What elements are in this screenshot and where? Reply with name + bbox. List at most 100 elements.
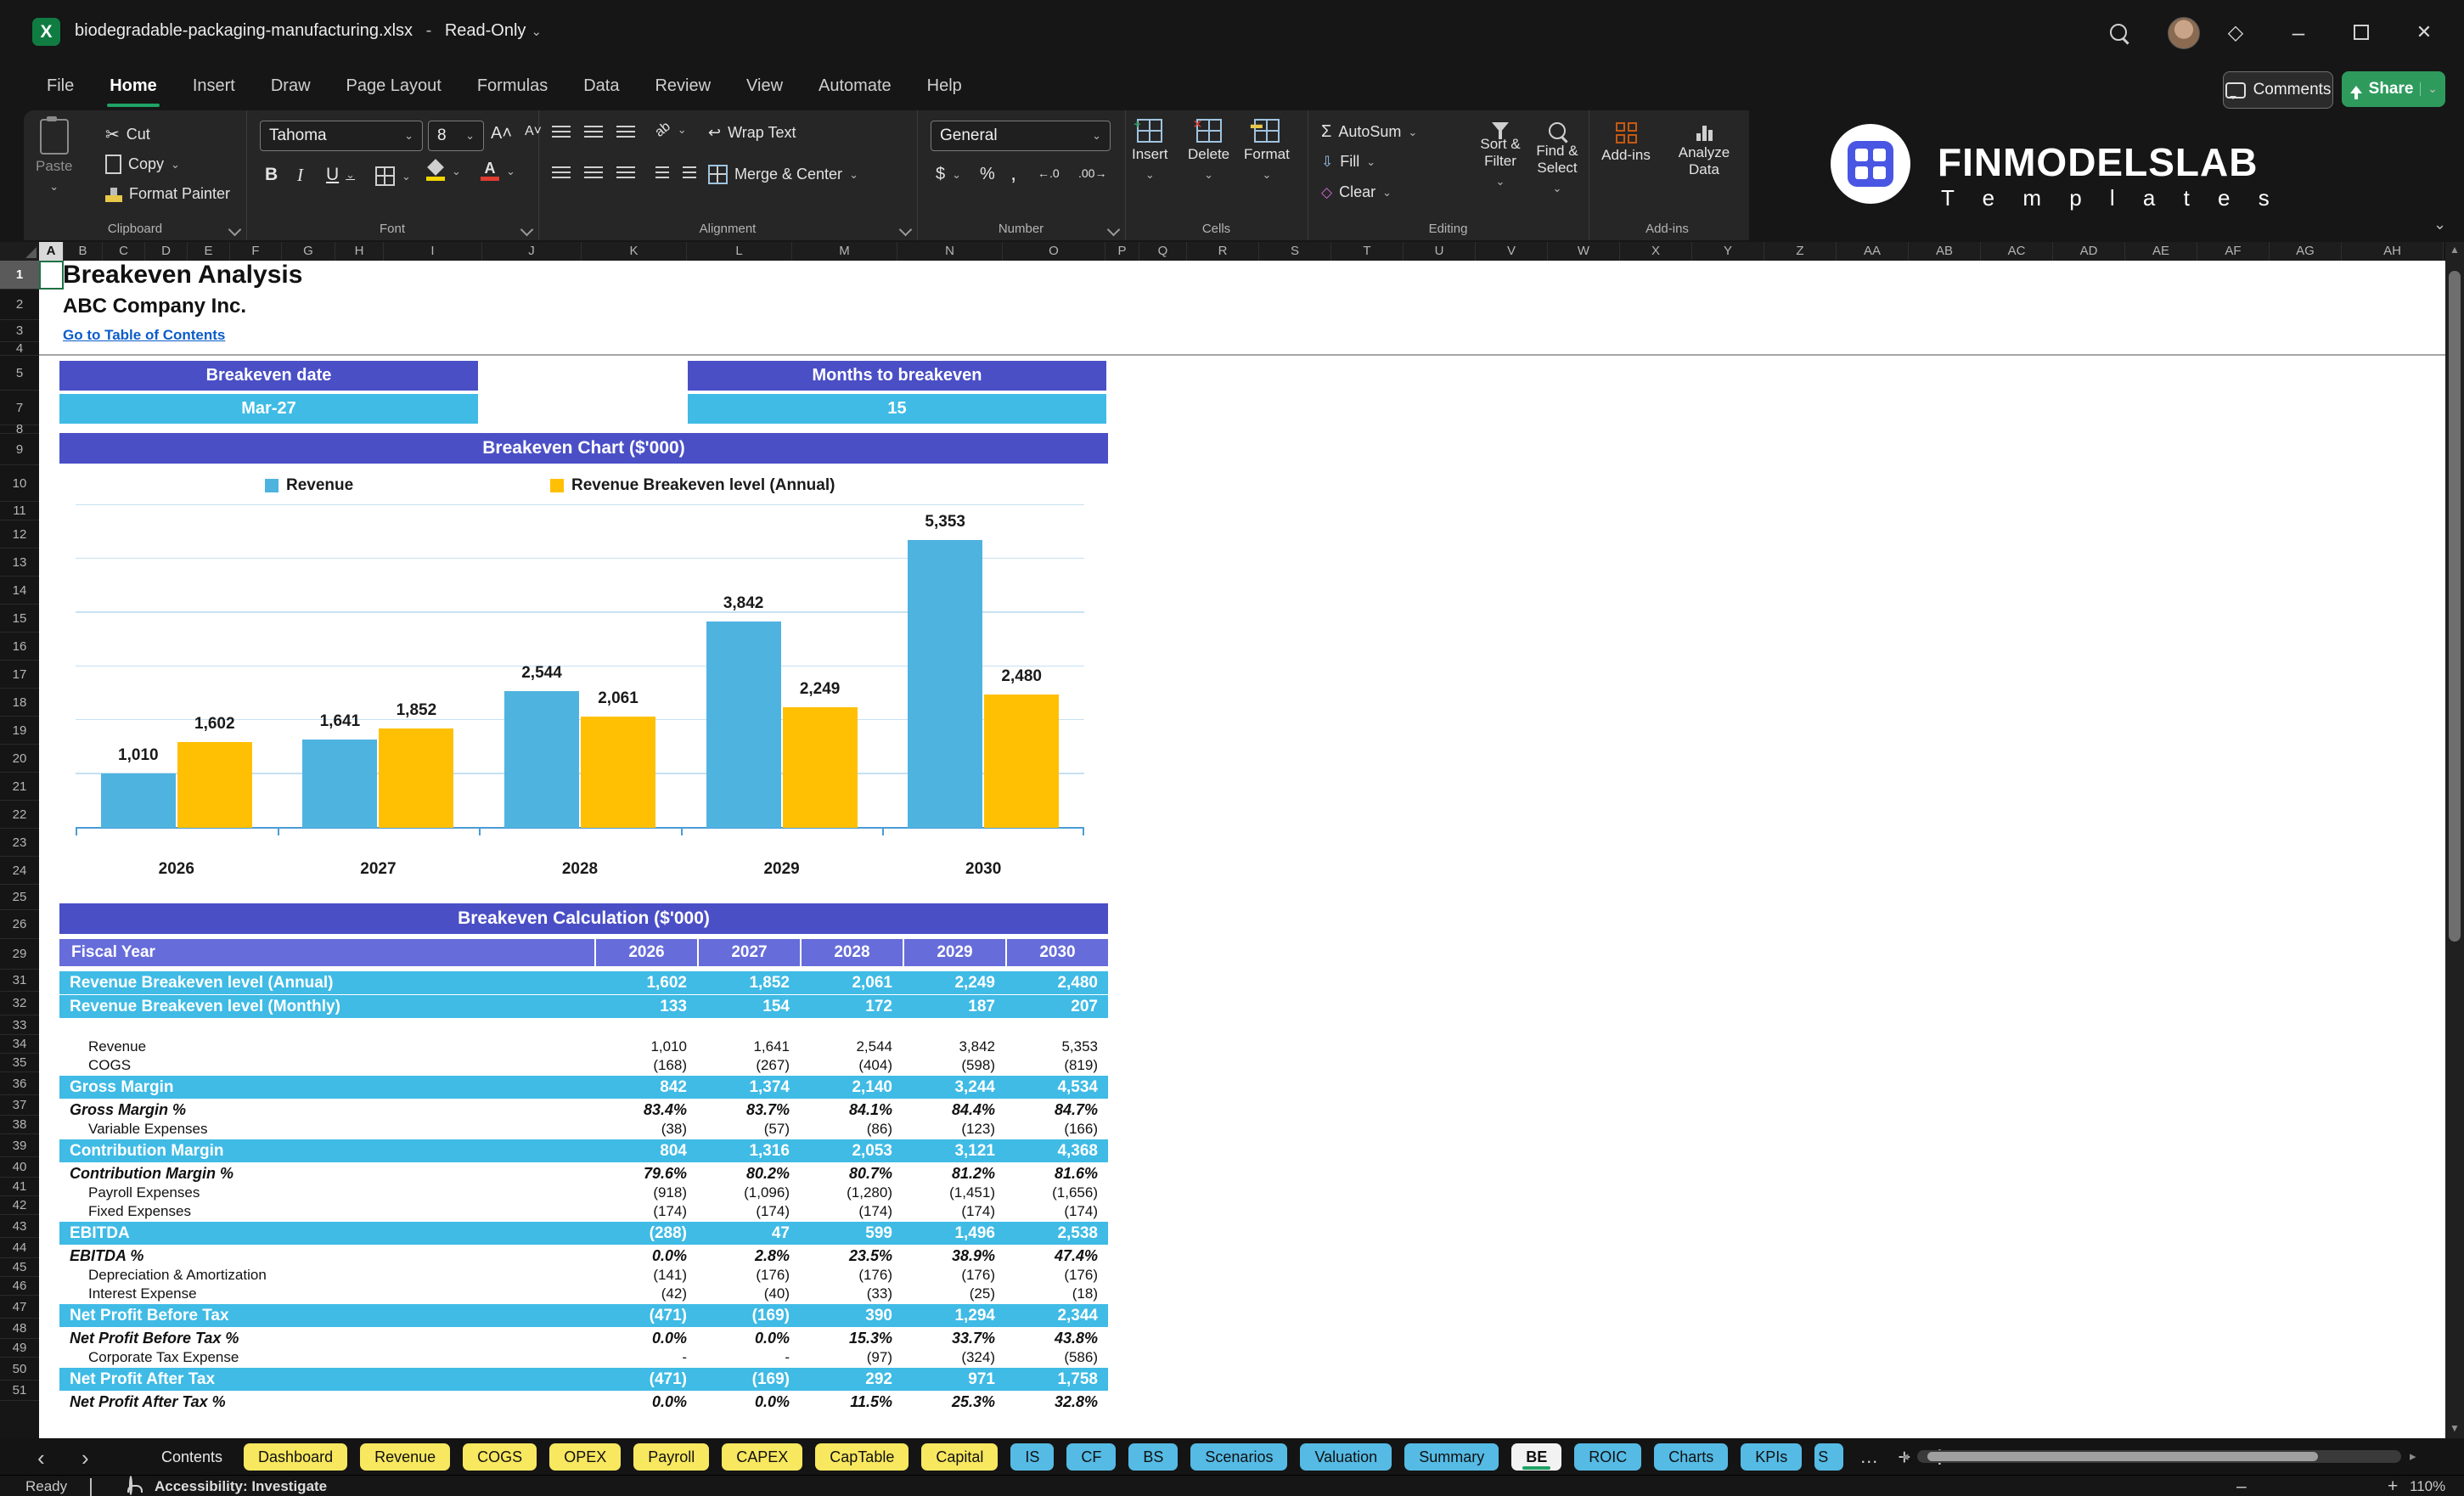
cell-2030[interactable]: 207 [1005,995,1108,1018]
row-header-38[interactable]: 38 [0,1116,39,1134]
row-label[interactable]: Gross Margin % [59,1100,594,1120]
kpi-breakeven-date-value[interactable]: Mar-27 [59,394,478,424]
cell-2026[interactable]: (174) [594,1202,697,1221]
cell-2029[interactable]: 1,294 [903,1304,1005,1327]
cell-2028[interactable]: (176) [800,1266,903,1285]
year-header-2030[interactable]: 2030 [1005,939,1108,966]
sheet-tab-summary[interactable]: Summary [1404,1443,1499,1471]
col-header-B[interactable]: B [64,242,103,261]
comma-format-button[interactable]: , [1010,160,1016,186]
col-header-V[interactable]: V [1476,242,1548,261]
row-header-23[interactable]: 23 [0,829,39,857]
cell-2029[interactable]: 81.2% [903,1163,1005,1184]
cell-2029[interactable]: 1,496 [903,1222,1005,1245]
row-header-24[interactable]: 24 [0,857,39,885]
cell-2030[interactable]: 32.8% [1005,1392,1108,1412]
grow-font-button[interactable]: A˄ [491,124,512,143]
cell-2026[interactable]: (42) [594,1285,697,1303]
menu-tab-help[interactable]: Help [909,65,980,110]
zoom-level[interactable]: 110% [2410,1478,2445,1495]
cell-2027[interactable]: (267) [697,1056,800,1075]
column-headers[interactable]: A B C D E F G H I J K L M N O P Q R S T U V W X Y Z AA AB AC AD AE AF AG… [39,242,2444,261]
col-header-D[interactable]: D [145,242,188,261]
col-header-K[interactable]: K [582,242,687,261]
find-select-button[interactable]: Find & Select ⌄ [1530,119,1584,197]
number-format-select[interactable]: General ⌄ [931,121,1111,151]
row-label[interactable]: Payroll Expenses [59,1184,594,1202]
row-header-21[interactable]: 21 [0,773,39,801]
underline-button[interactable]: U ⌄ [326,165,355,185]
year-header-2028[interactable]: 2028 [800,939,903,966]
percent-format-button[interactable]: % [980,165,995,184]
col-header-AB[interactable]: AB [1909,242,1981,261]
col-header-M[interactable]: M [792,242,897,261]
cell-2030[interactable]: (18) [1005,1285,1108,1303]
cell-2028[interactable]: 2,061 [800,971,903,994]
menu-tab-insert[interactable]: Insert [175,65,253,110]
row-label[interactable]: Net Profit After Tax % [59,1392,594,1412]
sheet-tab-roic[interactable]: ROIC [1574,1443,1642,1471]
row-header-9[interactable]: 9 [0,434,39,465]
sheet-tab-kpis[interactable]: KPIs [1741,1443,1803,1471]
sheet-tab-be[interactable]: BE [1511,1443,1562,1471]
row-header-14[interactable]: 14 [0,576,39,605]
year-header-2029[interactable]: 2029 [903,939,1005,966]
align-left-button[interactable] [552,166,571,178]
cell-2028[interactable]: 390 [800,1304,903,1327]
cell-2029[interactable]: (123) [903,1120,1005,1139]
cell-2027[interactable]: 1,641 [697,1038,800,1056]
col-header-I[interactable]: I [384,242,482,261]
row-label[interactable]: Revenue Breakeven level (Monthly) [59,995,594,1018]
cell-2027[interactable]: 0.0% [697,1392,800,1412]
cell-2027[interactable]: (1,096) [697,1184,800,1202]
sheet-tab-bs[interactable]: BS [1128,1443,1179,1471]
cell-2026[interactable]: 0.0% [594,1246,697,1266]
close-button[interactable]: ✕ [2403,12,2445,53]
format-cells-button[interactable]: ▬ Format ⌄ [1244,117,1290,183]
menu-tab-formulas[interactable]: Formulas [459,65,565,110]
row-header-22[interactable]: 22 [0,801,39,829]
cell-2027[interactable]: 0.0% [697,1328,800,1348]
col-header-AC[interactable]: AC [1981,242,2053,261]
cell-2027[interactable]: (174) [697,1202,800,1221]
row-header-3[interactable]: 3 [0,320,39,342]
cell-2029[interactable]: 33.7% [903,1328,1005,1348]
hscroll-right-icon[interactable]: ▸ [2410,1448,2416,1464]
cell-2026[interactable]: (38) [594,1120,697,1139]
col-header-A[interactable]: A [39,242,64,261]
row-header-43[interactable]: 43 [0,1215,39,1238]
cell-2027[interactable]: 1,316 [697,1139,800,1162]
cell-2028[interactable]: (33) [800,1285,903,1303]
format-painter-button[interactable]: Format Painter [105,185,230,203]
col-header-E[interactable]: E [188,242,230,261]
clear-button[interactable]: ◇ Clear ⌄ [1321,183,1392,201]
row-label[interactable]: Interest Expense [59,1285,594,1303]
cell-2030[interactable]: (174) [1005,1202,1108,1221]
row-header-48[interactable]: 48 [0,1319,39,1339]
row-header-40[interactable]: 40 [0,1157,39,1178]
cell-2030[interactable]: 47.4% [1005,1246,1108,1266]
col-header-Q[interactable]: Q [1139,242,1187,261]
cell-2027[interactable]: (169) [697,1368,800,1391]
cell-2029[interactable]: 971 [903,1368,1005,1391]
col-header-L[interactable]: L [687,242,792,261]
cell-2029[interactable]: (324) [903,1348,1005,1367]
cell-2027[interactable]: (40) [697,1285,800,1303]
col-header-O[interactable]: O [1003,242,1105,261]
wrap-text-button[interactable]: ↩ Wrap Text [708,124,796,142]
toc-link[interactable]: Go to Table of Contents [63,327,225,344]
cell-2029[interactable]: 3,842 [903,1038,1005,1056]
row-label[interactable]: Net Profit Before Tax % [59,1328,594,1348]
cell-2029[interactable]: 84.4% [903,1100,1005,1120]
cell-2030[interactable]: (1,656) [1005,1184,1108,1202]
cut-button[interactable]: ✂ Cut [105,124,150,145]
menu-tab-data[interactable]: Data [565,65,637,110]
row-label[interactable]: Revenue [59,1038,594,1056]
row-header-49[interactable]: 49 [0,1339,39,1358]
sheet-tab-overflow-icon[interactable]: … [1856,1446,1882,1468]
row-header-35[interactable]: 35 [0,1054,39,1072]
row-label[interactable]: EBITDA [59,1222,594,1245]
cell-2027[interactable]: 1,374 [697,1076,800,1099]
row-header-11[interactable]: 11 [0,502,39,520]
sheet-tab-capex[interactable]: CAPEX [722,1443,803,1471]
